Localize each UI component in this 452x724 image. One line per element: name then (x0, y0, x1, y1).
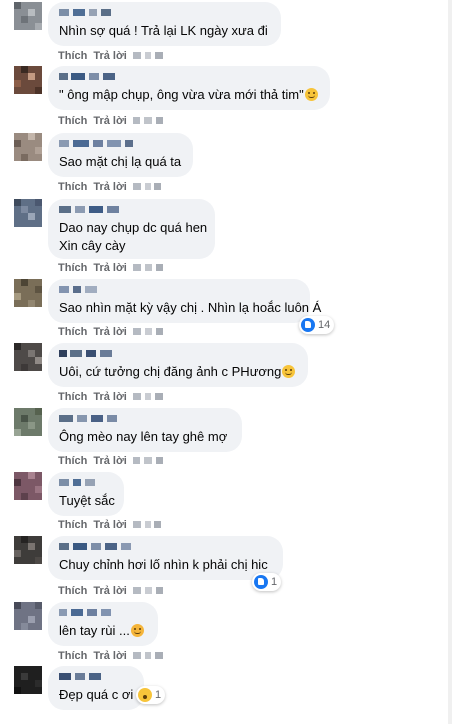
reaction-count[interactable]: 1 (136, 686, 166, 704)
timestamp[interactable] (132, 264, 163, 272)
timestamp[interactable] (132, 587, 163, 595)
reply-button[interactable]: Trả lời (93, 585, 127, 597)
commenter-name[interactable] (59, 205, 204, 215)
like-button[interactable]: Thích (58, 455, 87, 467)
reply-button[interactable]: Trả lời (93, 326, 127, 338)
commenter-name[interactable] (59, 478, 113, 488)
commenter-name[interactable] (59, 139, 182, 149)
like-icon (254, 575, 268, 589)
reply-button[interactable]: Trả lời (93, 181, 127, 193)
comment-bubble: Uôi, cứ tưởng chị đăng ảnh c PHương (48, 343, 308, 387)
comment-text: Ông mèo nay lên tay ghê mợ (59, 429, 228, 444)
like-button[interactable]: Thích (58, 650, 87, 662)
comment-bubble: lên tay rùi ... (48, 602, 158, 646)
scrollbar[interactable] (448, 0, 452, 724)
like-button[interactable]: Thích (58, 326, 87, 338)
comment-bubble: " ông mập chụp, ông vừa vừa mới thả tim" (48, 66, 330, 110)
timestamp[interactable] (132, 457, 163, 465)
like-button[interactable]: Thích (58, 585, 87, 597)
timestamp[interactable] (132, 393, 163, 401)
comment-text: Tuyệt sắc (59, 493, 115, 508)
avatar[interactable] (14, 536, 42, 564)
comment-bubble: Dao nay chụp dc quá hen Xin cây cày (48, 199, 215, 259)
avatar[interactable] (14, 199, 42, 227)
avatar[interactable] (14, 472, 42, 500)
comment-actions: Thích Trả lời (58, 649, 169, 663)
reply-button[interactable]: Trả lời (93, 115, 127, 127)
comment-bubble: Chuy chỉnh hơi lố nhìn k phải chị hic (48, 536, 283, 580)
commenter-name[interactable] (59, 285, 299, 295)
avatar[interactable] (14, 2, 42, 30)
avatar[interactable] (14, 602, 42, 630)
commenter-name[interactable] (59, 72, 319, 82)
comment-actions: Thích Trả lời (58, 454, 169, 468)
avatar[interactable] (14, 666, 42, 694)
reply-button[interactable]: Trả lời (93, 262, 127, 274)
comment-actions: Thích Trả lời (58, 518, 167, 532)
timestamp[interactable] (132, 117, 163, 125)
smile-emoji-icon (304, 88, 318, 101)
comment-text: Sao mặt chị lạ quá ta (59, 154, 182, 169)
comment-actions: Thích Trả lời (58, 114, 169, 128)
comment-actions: Thích Trả lời (58, 325, 169, 339)
like-icon (301, 318, 315, 332)
reaction-count[interactable]: 1 (252, 573, 282, 591)
comment-bubble: Sao nhìn mặt kỳ vậy chị . Nhìn lạ hoắc l… (48, 279, 322, 323)
comment-actions: Thích Trả lời (58, 584, 169, 598)
like-button[interactable]: Thích (58, 115, 87, 127)
comment-bubble: Tuyệt sắc (48, 472, 124, 516)
comment-text: Dao nay chụp dc quá hen (59, 220, 208, 235)
grin-emoji-icon (282, 365, 296, 378)
comment-actions: Thích Trả lời (58, 49, 169, 63)
avatar[interactable] (14, 133, 42, 161)
like-button[interactable]: Thích (58, 50, 87, 62)
comment-actions: Thích Trả lời (58, 180, 167, 194)
comment-text: Sao nhìn mặt kỳ vậy chị . Nhìn lạ hoắc l… (59, 300, 322, 315)
reply-button[interactable]: Trả lời (93, 391, 127, 403)
reaction-count[interactable]: 14 (299, 316, 335, 334)
reply-button[interactable]: Trả lời (93, 650, 127, 662)
commenter-name[interactable] (59, 414, 231, 424)
reply-button[interactable]: Trả lời (93, 519, 127, 531)
like-button[interactable]: Thích (58, 181, 87, 193)
avatar[interactable] (14, 408, 42, 436)
kiss-emoji-icon (130, 624, 144, 637)
like-button[interactable]: Thích (58, 391, 87, 403)
commenter-name[interactable] (59, 608, 147, 618)
like-button[interactable]: Thích (58, 519, 87, 531)
avatar[interactable] (14, 343, 42, 371)
wow-icon (138, 688, 152, 702)
avatar[interactable] (14, 279, 42, 307)
timestamp[interactable] (132, 521, 161, 529)
comment-text: Uôi, cứ tưởng chị đăng ảnh c PHương (59, 363, 297, 381)
timestamp[interactable] (132, 328, 163, 336)
commenter-name[interactable] (59, 542, 272, 552)
commenter-name[interactable] (59, 672, 133, 682)
comment-text: Chuy chỉnh hơi lố nhìn k phải chị hic (59, 557, 268, 572)
like-button[interactable]: Thích (58, 262, 87, 274)
reply-button[interactable]: Trả lời (93, 50, 127, 62)
timestamp[interactable] (132, 52, 163, 60)
comment-actions: Thích Trả lời (58, 261, 169, 275)
commenter-name[interactable] (59, 8, 270, 18)
comment-text: Nhìn sợ quá ! Trả lại LK ngày xưa đi (59, 23, 268, 38)
avatar[interactable] (14, 66, 42, 94)
commenter-name[interactable] (59, 349, 297, 359)
comment-text-line-2: Xin cây cày (59, 238, 126, 253)
comment-text: lên tay rùi ... (59, 622, 147, 640)
reply-button[interactable]: Trả lời (93, 455, 127, 467)
comment-bubble: Nhìn sợ quá ! Trả lại LK ngày xưa đi (48, 2, 281, 46)
comment-text: " ông mập chụp, ông vừa vừa mới thả tim" (59, 86, 319, 104)
comment-bubble: Đẹp quá c ơi (48, 666, 144, 710)
comment-actions: Thích Trả lời (58, 390, 169, 404)
comment-bubble: Ông mèo nay lên tay ghê mợ (48, 408, 242, 452)
timestamp[interactable] (132, 183, 161, 191)
comment-text: Đẹp quá c ơi (59, 687, 134, 702)
comment-bubble: Sao mặt chị lạ quá ta (48, 133, 193, 177)
timestamp[interactable] (132, 652, 163, 660)
